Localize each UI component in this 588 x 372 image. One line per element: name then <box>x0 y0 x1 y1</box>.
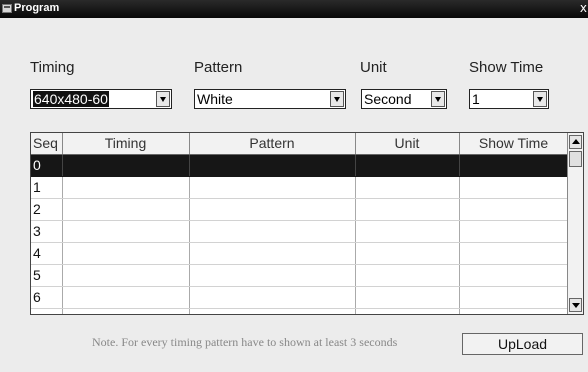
cell-pattern[interactable] <box>189 242 356 265</box>
cell-timing[interactable] <box>62 308 190 314</box>
cell-seq[interactable]: 1 <box>31 176 63 199</box>
cell-pattern[interactable] <box>189 286 356 309</box>
show-time-select-value: 1 <box>472 91 480 107</box>
program-window-icon <box>2 4 12 13</box>
unit-label: Unit <box>360 59 387 76</box>
table-row[interactable] <box>31 308 569 314</box>
cell-pattern[interactable] <box>189 308 356 314</box>
cell-seq[interactable]: 6 <box>31 286 63 309</box>
pattern-label: Pattern <box>194 59 243 76</box>
cell-show-time[interactable] <box>459 286 569 309</box>
unit-select[interactable]: Second <box>361 89 447 109</box>
cell-unit[interactable] <box>355 220 460 243</box>
cell-show-time[interactable] <box>459 176 569 199</box>
timing-select[interactable]: 640x480-60 <box>30 89 172 109</box>
pattern-select[interactable]: White <box>194 89 346 109</box>
table-header-row: Seq Timing Pattern Unit Show Time <box>31 133 569 155</box>
table-row[interactable]: 4 <box>31 242 569 265</box>
cell-seq[interactable]: 4 <box>31 242 63 265</box>
scroll-down-arrow-icon[interactable] <box>569 298 582 312</box>
column-header-seq[interactable]: Seq <box>31 133 63 155</box>
column-header-pattern[interactable]: Pattern <box>189 133 356 155</box>
show-time-label: Show Time <box>469 59 544 76</box>
cell-seq[interactable]: 2 <box>31 198 63 221</box>
upload-button[interactable]: UpLoad <box>462 333 583 355</box>
scrollbar-thumb[interactable] <box>569 151 582 167</box>
chevron-down-icon[interactable] <box>431 91 445 107</box>
vertical-scrollbar[interactable] <box>567 133 583 314</box>
cell-timing[interactable] <box>62 220 190 243</box>
show-time-select[interactable]: 1 <box>469 89 549 109</box>
table-row[interactable]: 0 <box>31 154 569 177</box>
pattern-select-value: White <box>197 91 233 107</box>
cell-seq[interactable]: 5 <box>31 264 63 287</box>
column-header-show-time[interactable]: Show Time <box>459 133 569 155</box>
cell-show-time[interactable] <box>459 220 569 243</box>
cell-unit[interactable] <box>355 286 460 309</box>
program-table[interactable]: Seq Timing Pattern Unit Show Time 0 1 2 <box>30 132 584 315</box>
timing-label: Timing <box>30 59 75 76</box>
cell-timing[interactable] <box>62 264 190 287</box>
cell-timing[interactable] <box>62 242 190 265</box>
column-header-unit[interactable]: Unit <box>355 133 460 155</box>
cell-show-time[interactable] <box>459 264 569 287</box>
cell-unit[interactable] <box>355 176 460 199</box>
table-row[interactable]: 2 <box>31 198 569 221</box>
chevron-down-icon[interactable] <box>533 91 547 107</box>
window-title: Program <box>14 2 60 14</box>
cell-timing[interactable] <box>62 176 190 199</box>
cell-show-time[interactable] <box>459 154 569 177</box>
cell-show-time[interactable] <box>459 198 569 221</box>
title-bar: Program x <box>0 0 588 18</box>
cell-show-time[interactable] <box>459 242 569 265</box>
cell-timing[interactable] <box>62 198 190 221</box>
cell-unit[interactable] <box>355 242 460 265</box>
cell-show-time[interactable] <box>459 308 569 314</box>
scroll-up-arrow-icon[interactable] <box>569 135 582 149</box>
timing-select-value: 640x480-60 <box>33 91 109 107</box>
column-header-timing[interactable]: Timing <box>62 133 190 155</box>
cell-timing[interactable] <box>62 286 190 309</box>
cell-pattern[interactable] <box>189 154 356 177</box>
cell-pattern[interactable] <box>189 220 356 243</box>
cell-pattern[interactable] <box>189 176 356 199</box>
cell-timing[interactable] <box>62 154 190 177</box>
cell-unit[interactable] <box>355 308 460 314</box>
table-row[interactable]: 1 <box>31 176 569 199</box>
table-row[interactable]: 6 <box>31 286 569 309</box>
cell-unit[interactable] <box>355 198 460 221</box>
cell-seq[interactable]: 3 <box>31 220 63 243</box>
chevron-down-icon[interactable] <box>330 91 344 107</box>
table-row[interactable]: 5 <box>31 264 569 287</box>
cell-pattern[interactable] <box>189 264 356 287</box>
cell-seq[interactable] <box>31 308 63 314</box>
unit-select-value: Second <box>364 91 412 107</box>
table-row[interactable]: 3 <box>31 220 569 243</box>
cell-unit[interactable] <box>355 264 460 287</box>
chevron-down-icon[interactable] <box>156 91 170 107</box>
cell-unit[interactable] <box>355 154 460 177</box>
cell-pattern[interactable] <box>189 198 356 221</box>
cell-seq[interactable]: 0 <box>31 154 63 177</box>
close-icon[interactable]: x <box>580 1 587 15</box>
timing-note: Note. For every timing pattern have to s… <box>92 335 398 349</box>
